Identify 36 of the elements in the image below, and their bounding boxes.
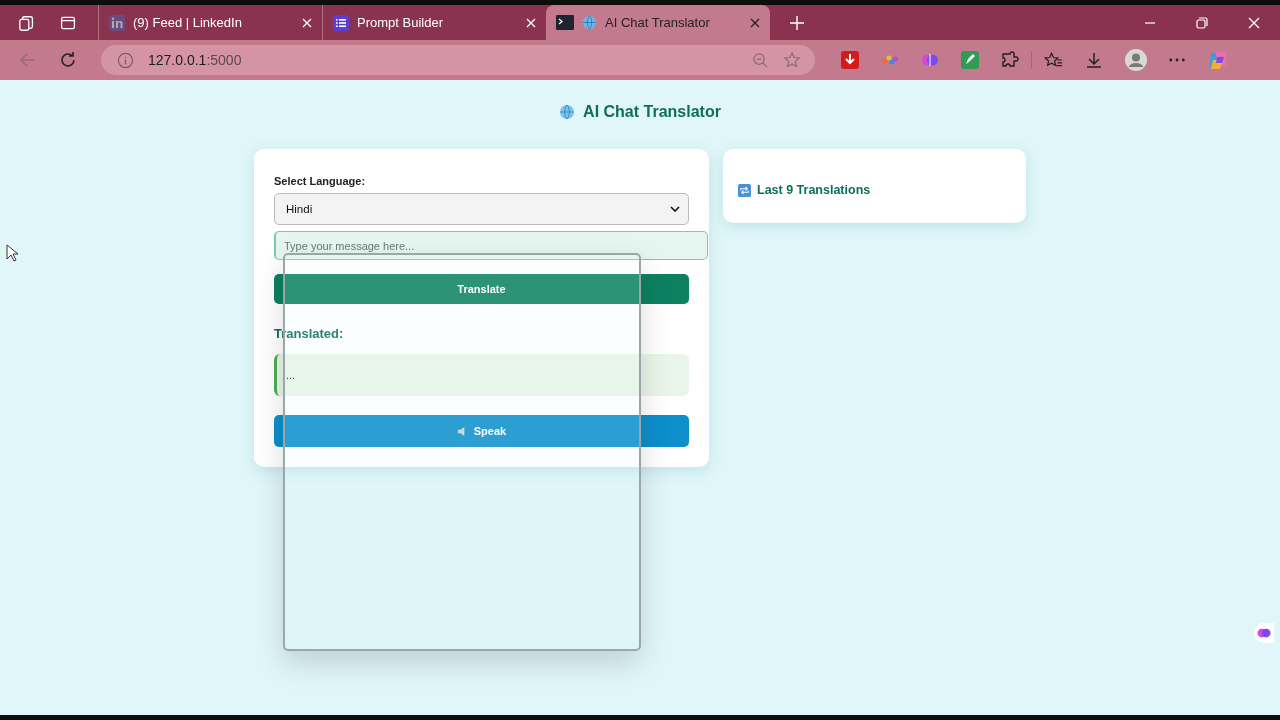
download-icon[interactable] bbox=[1085, 51, 1103, 69]
message-field[interactable]: Type your message here... bbox=[274, 231, 708, 260]
repeat-icon bbox=[738, 183, 751, 197]
terminal-icon bbox=[556, 14, 574, 31]
workspaces-icon[interactable] bbox=[18, 13, 36, 32]
more-icon[interactable] bbox=[1169, 57, 1185, 63]
close-icon[interactable] bbox=[750, 17, 760, 28]
address-bar[interactable]: 127.0.0.1:5000 bbox=[101, 45, 815, 75]
language-select[interactable]: Hindi bbox=[274, 193, 689, 225]
chevron-down-icon bbox=[670, 206, 680, 212]
browser-tab[interactable]: AI Chat Translator bbox=[546, 5, 770, 40]
profile-icon[interactable] bbox=[1125, 49, 1147, 71]
result-label: Translated: bbox=[274, 326, 345, 341]
url-text: 127.0.0.1:5000 bbox=[148, 52, 242, 68]
list-icon bbox=[333, 14, 349, 31]
favorites-icon[interactable] bbox=[1044, 51, 1063, 69]
linkedin-icon bbox=[109, 14, 125, 31]
globe-icon bbox=[582, 15, 597, 30]
tab-actions-icon[interactable] bbox=[60, 14, 76, 31]
refresh-icon[interactable] bbox=[59, 51, 77, 69]
rocket-extension-icon[interactable] bbox=[961, 51, 979, 69]
mouse-cursor-icon bbox=[6, 244, 18, 262]
page-title: AI Chat Translator bbox=[583, 103, 721, 121]
extensions-icon[interactable] bbox=[1001, 51, 1019, 69]
copilot-icon[interactable] bbox=[1207, 49, 1229, 71]
translate-button[interactable]: Translate bbox=[274, 274, 689, 304]
download-extension-icon[interactable] bbox=[841, 51, 859, 69]
new-tab-icon[interactable] bbox=[790, 15, 804, 30]
history-title: Last 9 Translations bbox=[757, 183, 871, 197]
info-icon bbox=[117, 51, 134, 69]
restore-icon[interactable] bbox=[1196, 16, 1208, 29]
star-icon[interactable] bbox=[783, 51, 801, 69]
result-box: ... bbox=[274, 354, 689, 396]
brain-icon[interactable] bbox=[1254, 623, 1274, 643]
globe-icon bbox=[559, 104, 576, 120]
language-label: Select Language: bbox=[274, 175, 367, 187]
